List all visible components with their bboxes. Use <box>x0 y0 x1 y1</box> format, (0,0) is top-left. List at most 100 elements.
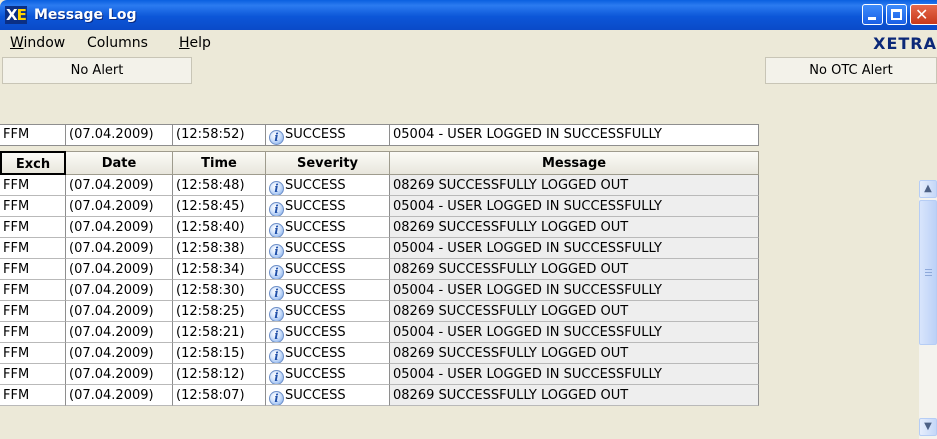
close-button[interactable]: ✕ <box>910 4 937 25</box>
vertical-scrollbar[interactable]: ▲ ▼ <box>919 180 937 439</box>
cell-exch: FFM <box>0 259 66 280</box>
cell-time: (12:58:12) <box>173 364 266 385</box>
cell-time: (12:58:30) <box>173 280 266 301</box>
maximize-button[interactable] <box>886 4 907 25</box>
cell-date: (07.04.2009) <box>66 322 173 343</box>
table-row[interactable]: FFM (07.04.2009) (12:58:34) i SUCCESS 08269 S… <box>0 259 759 280</box>
cell-severity: i SUCCESS <box>266 259 390 280</box>
table-row[interactable]: FFM (07.04.2009) (12:58:07) i SUCCESS 08269 S… <box>0 385 759 406</box>
column-header-time[interactable]: Time <box>173 151 266 175</box>
latest-message: 05004 - USER LOGGED IN SUCCESSFULLY <box>390 124 759 146</box>
minimize-button[interactable] <box>862 4 883 25</box>
scroll-thumb[interactable] <box>919 200 937 345</box>
chevron-up-icon: ▲ <box>924 183 932 194</box>
info-icon: i <box>269 130 284 145</box>
column-header-message[interactable]: Message <box>390 151 759 175</box>
menu-help[interactable]: Help <box>179 35 211 51</box>
cell-date: (07.04.2009) <box>66 343 173 364</box>
cell-severity: i SUCCESS <box>266 364 390 385</box>
cell-exch: FFM <box>0 385 66 406</box>
menu-columns[interactable]: Columns <box>87 35 148 51</box>
alert-button[interactable]: No Alert <box>2 57 192 84</box>
latest-time: (12:58:52) <box>173 124 266 146</box>
table-row[interactable]: FFM (07.04.2009) (12:58:21) i SUCCESS 05004 -… <box>0 322 759 343</box>
cell-exch: FFM <box>0 364 66 385</box>
scroll-down-button[interactable]: ▼ <box>919 418 937 436</box>
cell-time: (12:58:40) <box>173 217 266 238</box>
cell-date: (07.04.2009) <box>66 280 173 301</box>
table-header: Exch Date Time Severity Message <box>0 151 759 175</box>
cell-severity: i SUCCESS <box>266 280 390 301</box>
info-icon: i <box>269 202 284 216</box>
cell-exch: FFM <box>0 343 66 364</box>
cell-severity: i SUCCESS <box>266 301 390 322</box>
cell-severity: i SUCCESS <box>266 238 390 259</box>
info-icon: i <box>269 391 284 405</box>
table-row[interactable]: FFM (07.04.2009) (12:58:25) i SUCCESS 08269 S… <box>0 301 759 322</box>
brand-logo: XETRA <box>873 34 937 53</box>
message-table: Exch Date Time Severity Message FFM (07.0… <box>0 151 937 439</box>
table-row[interactable]: FFM (07.04.2009) (12:58:45) i SUCCESS 05004 -… <box>0 196 759 217</box>
table-row[interactable]: FFM (07.04.2009) (12:58:12) i SUCCESS 05004 -… <box>0 364 759 385</box>
otc-alert-button[interactable]: No OTC Alert <box>765 57 937 84</box>
info-icon: i <box>269 349 284 363</box>
info-icon: i <box>269 181 284 195</box>
window-title: Message Log <box>34 7 137 23</box>
cell-message: 08269 SUCCESSFULLY LOGGED OUT <box>390 343 759 364</box>
cell-message: 08269 SUCCESSFULLY LOGGED OUT <box>390 301 759 322</box>
latest-message-row: FFM (07.04.2009) (12:58:52) i SUCCESS 050… <box>0 124 937 146</box>
menu-window[interactable]: Window <box>10 35 65 51</box>
cell-time: (12:58:45) <box>173 196 266 217</box>
cell-message: 08269 SUCCESSFULLY LOGGED OUT <box>390 217 759 238</box>
table-row[interactable]: FFM (07.04.2009) (12:58:40) i SUCCESS 08269 S… <box>0 217 759 238</box>
cell-exch: FFM <box>0 196 66 217</box>
info-icon: i <box>269 370 284 384</box>
cell-severity: i SUCCESS <box>266 217 390 238</box>
cell-exch: FFM <box>0 280 66 301</box>
info-icon: i <box>269 265 284 279</box>
info-icon: i <box>269 286 284 300</box>
cell-date: (07.04.2009) <box>66 175 173 196</box>
scroll-up-button[interactable]: ▲ <box>919 180 937 198</box>
app-logo-icon: XE <box>5 6 27 24</box>
cell-date: (07.04.2009) <box>66 217 173 238</box>
maximize-icon <box>891 9 902 20</box>
cell-severity: i SUCCESS <box>266 343 390 364</box>
cell-time: (12:58:34) <box>173 259 266 280</box>
table-row[interactable]: FFM (07.04.2009) (12:58:38) i SUCCESS 05004 -… <box>0 238 759 259</box>
cell-message: 05004 - USER LOGGED IN SUCCESSFULLY <box>390 322 759 343</box>
cell-exch: FFM <box>0 175 66 196</box>
table-row[interactable]: FFM (07.04.2009) (12:58:30) i SUCCESS 05004 -… <box>0 280 759 301</box>
cell-exch: FFM <box>0 322 66 343</box>
cell-time: (12:58:38) <box>173 238 266 259</box>
cell-severity: i SUCCESS <box>266 175 390 196</box>
cell-time: (12:58:15) <box>173 343 266 364</box>
cell-message: 05004 - USER LOGGED IN SUCCESSFULLY <box>390 196 759 217</box>
table-row[interactable]: FFM (07.04.2009) (12:58:48) i SUCCESS 08269 S… <box>0 175 759 196</box>
cell-message: 08269 SUCCESSFULLY LOGGED OUT <box>390 175 759 196</box>
column-header-exch[interactable]: Exch <box>0 151 66 175</box>
grip-icon <box>925 269 932 278</box>
cell-message: 05004 - USER LOGGED IN SUCCESSFULLY <box>390 280 759 301</box>
cell-severity: i SUCCESS <box>266 322 390 343</box>
cell-message: 05004 - USER LOGGED IN SUCCESSFULLY <box>390 238 759 259</box>
cell-message: 08269 SUCCESSFULLY LOGGED OUT <box>390 259 759 280</box>
chevron-down-icon: ▼ <box>924 421 932 432</box>
cell-date: (07.04.2009) <box>66 364 173 385</box>
cell-time: (12:58:25) <box>173 301 266 322</box>
minimize-icon <box>868 17 876 20</box>
cell-message: 05004 - USER LOGGED IN SUCCESSFULLY <box>390 364 759 385</box>
cell-date: (07.04.2009) <box>66 196 173 217</box>
table-row[interactable]: FFM (07.04.2009) (12:58:15) i SUCCESS 08269 S… <box>0 343 759 364</box>
title-bar[interactable]: XE Message Log ✕ <box>0 0 937 30</box>
cell-time: (12:58:07) <box>173 385 266 406</box>
cell-date: (07.04.2009) <box>66 385 173 406</box>
column-header-severity[interactable]: Severity <box>266 151 390 175</box>
column-header-date[interactable]: Date <box>66 151 173 175</box>
cell-time: (12:58:48) <box>173 175 266 196</box>
cell-date: (07.04.2009) <box>66 259 173 280</box>
menu-bar: Window Columns Help XETRA <box>0 30 937 56</box>
info-icon: i <box>269 244 284 258</box>
latest-date: (07.04.2009) <box>66 124 173 146</box>
latest-exch: FFM <box>0 124 66 146</box>
